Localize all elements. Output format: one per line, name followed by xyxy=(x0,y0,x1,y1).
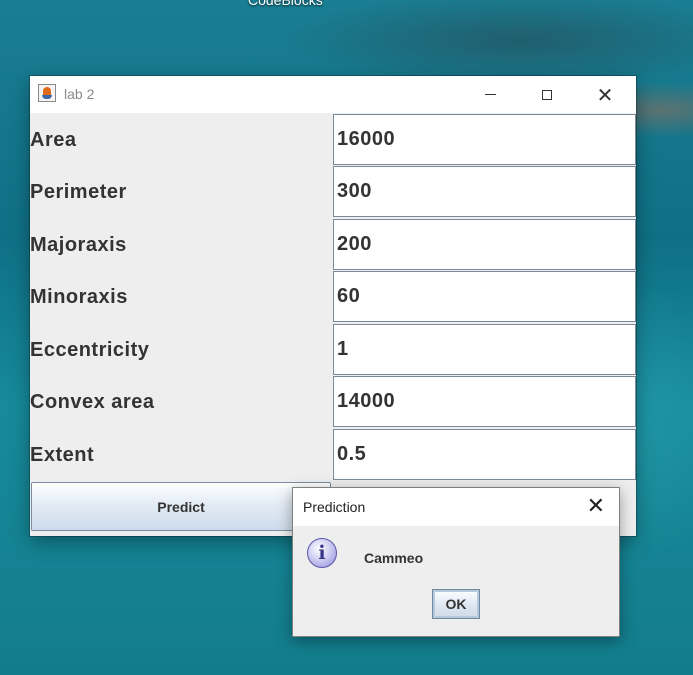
maximize-button[interactable] xyxy=(524,76,570,113)
prediction-dialog: Prediction ✕ i Cammeo OK xyxy=(292,487,620,637)
close-icon: ✕ xyxy=(586,494,605,519)
window-title: lab 2 xyxy=(64,86,95,102)
desktop-icon-label[interactable]: CodeBlocks xyxy=(248,0,323,8)
close-icon: ✕ xyxy=(596,82,614,107)
perimeter-label: Perimeter xyxy=(30,181,127,203)
perimeter-field[interactable]: 300 xyxy=(333,166,636,217)
info-icon: i xyxy=(307,538,337,568)
eccentricity-label: Eccentricity xyxy=(30,339,150,361)
convex-area-label: Convex area xyxy=(30,391,155,413)
main-window: lab 2 ✕ Area 16000 Perimeter 300 Majorax… xyxy=(30,76,636,536)
eccentricity-field[interactable]: 1 xyxy=(333,324,636,375)
maximize-icon xyxy=(542,89,552,100)
dialog-close-button[interactable]: ✕ xyxy=(587,494,605,519)
area-label: Area xyxy=(30,129,77,151)
majoraxis-field[interactable]: 200 xyxy=(333,219,636,270)
close-button[interactable]: ✕ xyxy=(582,76,628,113)
minimize-button[interactable] xyxy=(467,76,513,113)
predict-button[interactable]: Predict xyxy=(31,482,331,531)
extent-label: Extent xyxy=(30,444,95,466)
dialog-title-bar[interactable]: Prediction ✕ xyxy=(293,488,619,526)
minoraxis-field[interactable]: 60 xyxy=(333,271,636,322)
prediction-message: Cammeo xyxy=(364,550,424,566)
minoraxis-label: Minoraxis xyxy=(30,286,128,308)
area-field[interactable]: 16000 xyxy=(333,114,636,165)
convex-area-field[interactable]: 14000 xyxy=(333,376,636,427)
majoraxis-label: Majoraxis xyxy=(30,234,127,256)
ok-button[interactable]: OK xyxy=(432,589,480,619)
dialog-title: Prediction xyxy=(303,499,366,515)
java-icon xyxy=(38,84,56,102)
minimize-icon xyxy=(484,94,496,95)
extent-field[interactable]: 0.5 xyxy=(333,429,636,480)
title-bar[interactable]: lab 2 ✕ xyxy=(30,76,636,113)
